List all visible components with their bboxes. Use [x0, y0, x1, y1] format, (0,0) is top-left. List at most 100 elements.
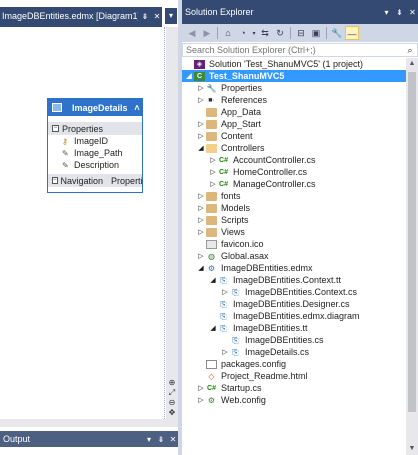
collapsed-arrow-icon[interactable]: ▷	[196, 204, 206, 212]
expanded-arrow-icon[interactable]: ◢	[208, 276, 218, 284]
scroll-thumb[interactable]	[408, 72, 416, 412]
tree-item[interactable]: ▷ C# HomeController.cs	[182, 166, 406, 178]
back-icon[interactable]: ◀	[185, 26, 199, 40]
search-input[interactable]	[186, 45, 403, 55]
tree-item[interactable]: ▷ Content	[182, 130, 406, 142]
collapse-section-icon[interactable]: −	[52, 125, 59, 132]
tree-item[interactable]: ▷ 🔧 Properties	[182, 82, 406, 94]
collapsed-arrow-icon[interactable]: ▷	[196, 192, 206, 200]
collapsed-arrow-icon[interactable]: ▷	[196, 252, 206, 260]
tree-item[interactable]: App_Data	[182, 106, 406, 118]
zoom-fit-icon[interactable]: ⤢	[167, 388, 177, 398]
collapsed-arrow-icon[interactable]: ▷	[196, 96, 206, 104]
tree-item[interactable]: ◇ Project_Readme.html	[182, 370, 406, 382]
collapsed-arrow-icon[interactable]: ▷	[208, 180, 218, 188]
tree-item[interactable]: ⎘ ImageDBEntities.cs	[182, 334, 406, 346]
output-pin-icon[interactable]: ⇟	[156, 435, 166, 444]
close-tab-icon[interactable]: ✕	[152, 12, 162, 21]
entity-property[interactable]: ⚷ ImageID	[48, 135, 142, 147]
entity-imagedetails[interactable]: ImageDetails ˄ − Properties ⚷ ImageID ✎ Ima…	[47, 98, 143, 193]
tree-item[interactable]: ▷ ■· References	[182, 94, 406, 106]
collapse-entity-icon[interactable]: ˄	[132, 103, 142, 113]
tree-item[interactable]: ▷ C# ManageController.cs	[182, 178, 406, 190]
pending-changes-icon[interactable]: ◔	[236, 26, 250, 40]
collapsed-arrow-icon[interactable]: ▷	[196, 228, 206, 236]
collapsed-arrow-icon[interactable]: ▷	[196, 396, 206, 404]
tree-item[interactable]: packages.config	[182, 358, 406, 370]
tree-item[interactable]: ◢ C Test_ShanuMVC5	[182, 70, 406, 82]
zoom-out-icon[interactable]: ⊖	[167, 398, 177, 408]
output-close-icon[interactable]: ✕	[168, 435, 178, 444]
collapsed-arrow-icon[interactable]: ▷	[208, 168, 218, 176]
home-icon[interactable]: ⌂	[221, 26, 235, 40]
output-pane-tab[interactable]: Output ▾ ⇟ ✕	[0, 431, 178, 447]
collapsed-arrow-icon[interactable]: ▷	[220, 288, 230, 296]
solution-explorer-titlebar[interactable]: Solution Explorer ▾ ⇟ ✕	[182, 0, 418, 24]
solution-explorer-scrollbar[interactable]: ▲ ▼	[406, 58, 418, 455]
pan-icon[interactable]: ✥	[167, 408, 177, 418]
tree-item[interactable]: ◢ ⚙ ImageDBEntities.edmx	[182, 262, 406, 274]
show-all-files-icon[interactable]: ▣	[309, 26, 323, 40]
tab-dropdown-icon[interactable]: ▾	[165, 8, 177, 24]
tree-item[interactable]: ◢ ⎘ ImageDBEntities.tt	[182, 322, 406, 334]
tree-item[interactable]: ▷ ⎘ ImageDBEntities.Context.cs	[182, 286, 406, 298]
tree-item[interactable]: ▷ ⎘ ImageDetails.cs	[182, 346, 406, 358]
collapsed-arrow-icon[interactable]: ▷	[196, 84, 206, 92]
expanded-arrow-icon[interactable]: ◢	[196, 144, 206, 152]
tree-item[interactable]: ⎘ ImageDBEntities.Designer.cs	[182, 298, 406, 310]
diagram-vertical-scrollbar[interactable]	[166, 27, 178, 419]
properties-section[interactable]: − Properties	[48, 122, 142, 135]
search-icon[interactable]: ⌕	[403, 45, 417, 56]
tree-item[interactable]: ▷ Models	[182, 202, 406, 214]
tab-edmx-diagram[interactable]: ImageDBEntities.edmx [Diagram1] ⇟ ✕	[0, 7, 162, 25]
tree-item[interactable]: ▷ Views	[182, 226, 406, 238]
tree-item[interactable]: ◈ Solution 'Test_ShanuMVC5' (1 project)	[182, 58, 406, 70]
expanded-arrow-icon[interactable]: ◢	[208, 324, 218, 332]
tree-item[interactable]: ▷ C# Startup.cs	[182, 382, 406, 394]
diagram-horizontal-scrollbar[interactable]	[0, 419, 178, 427]
tree-item-label: App_Data	[221, 107, 262, 117]
scroll-up-icon[interactable]: ▲	[406, 58, 418, 70]
tree-item[interactable]: ◢ ⎘ ImageDBEntities.Context.tt	[182, 274, 406, 286]
collapsed-arrow-icon[interactable]: ▷	[220, 348, 230, 356]
tree-item[interactable]: favicon.ico	[182, 238, 406, 250]
refresh-icon[interactable]: ↻	[273, 26, 287, 40]
diagram-border	[164, 27, 165, 427]
se-close-icon[interactable]: ✕	[407, 8, 418, 17]
pin-icon[interactable]: ⇟	[140, 12, 150, 21]
preview-icon[interactable]: —	[345, 26, 359, 40]
collapse-all-icon[interactable]: ⊟	[294, 26, 308, 40]
scroll-down-icon[interactable]: ▼	[406, 443, 418, 455]
collapsed-arrow-icon[interactable]: ▷	[196, 216, 206, 224]
tree-item[interactable]: ▷ App_Start	[182, 118, 406, 130]
tree-item[interactable]: ▷ ◍ Global.asax	[182, 250, 406, 262]
tree-item[interactable]: ⎘ ImageDBEntities.edmx.diagram	[182, 310, 406, 322]
tree-item-label: ImageDBEntities.tt	[233, 323, 308, 333]
collapsed-arrow-icon[interactable]: ▷	[196, 120, 206, 128]
expanded-arrow-icon[interactable]: ◢	[184, 72, 194, 80]
tree-item[interactable]: ▷ C# AccountController.cs	[182, 154, 406, 166]
diagram-canvas[interactable]: ImageDetails ˄ − Properties ⚷ ImageID ✎ Ima…	[0, 27, 166, 419]
entity-header[interactable]: ImageDetails ˄	[48, 99, 142, 116]
tree-item[interactable]: ▷ fonts	[182, 190, 406, 202]
forward-icon[interactable]: ▶	[200, 26, 214, 40]
tree-item[interactable]: ◢ Controllers	[182, 142, 406, 154]
sync-icon[interactable]: ⇆	[258, 26, 272, 40]
entity-property[interactable]: ✎ Description	[48, 159, 142, 171]
tree-item[interactable]: ▷ Scripts	[182, 214, 406, 226]
collapsed-arrow-icon[interactable]: ▷	[196, 384, 206, 392]
collapse-section-icon[interactable]: −	[52, 177, 58, 184]
collapsed-arrow-icon[interactable]: ▷	[196, 132, 206, 140]
se-pin-icon[interactable]: ⇟	[394, 8, 405, 17]
toolbar-dropdown-icon[interactable]: ▾	[251, 30, 257, 37]
expanded-arrow-icon[interactable]: ◢	[196, 264, 206, 272]
collapsed-arrow-icon[interactable]: ▷	[208, 156, 218, 164]
tree-item[interactable]: ▷ ⚙ Web.config	[182, 394, 406, 406]
zoom-in-icon[interactable]: ⊕	[167, 378, 177, 388]
se-dropdown-icon[interactable]: ▾	[381, 8, 392, 17]
entity-property[interactable]: ✎ Image_Path	[48, 147, 142, 159]
properties-icon[interactable]: 🔧	[330, 26, 344, 40]
output-dropdown-icon[interactable]: ▾	[144, 435, 154, 444]
solution-explorer-search[interactable]: ⌕	[182, 43, 418, 57]
navigation-section[interactable]: − Navigation Properti...	[48, 174, 142, 187]
